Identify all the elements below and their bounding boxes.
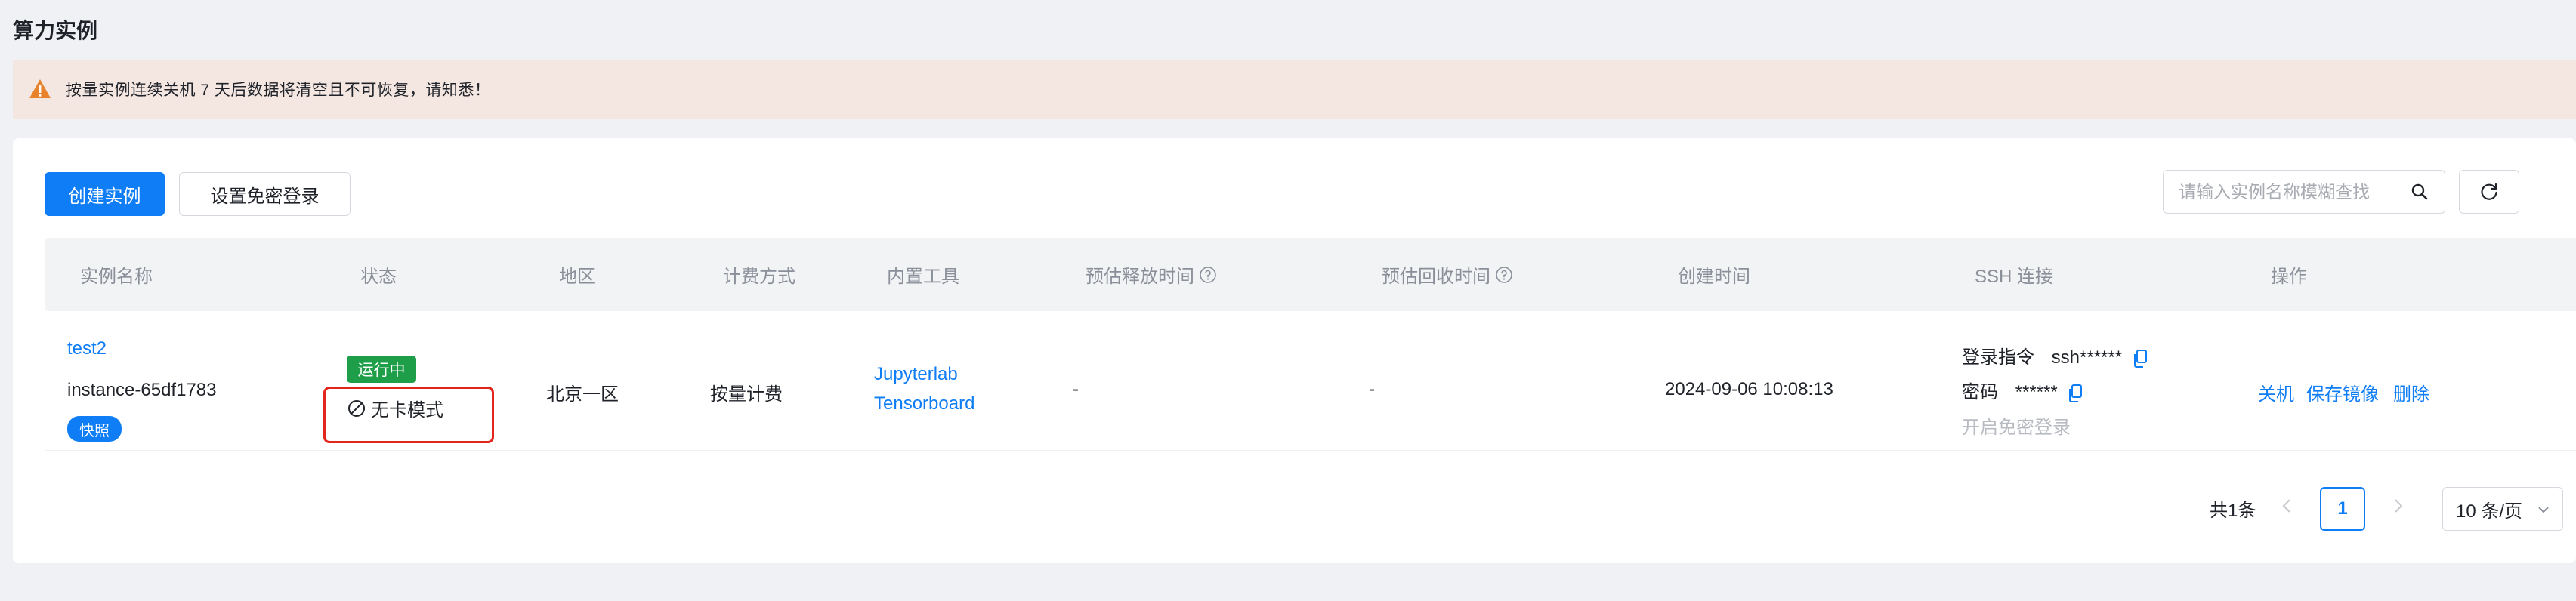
- refresh-icon: [2479, 181, 2500, 202]
- header-actions: 操作: [2271, 267, 2307, 287]
- page-number-button[interactable]: 1: [2320, 487, 2365, 531]
- table-header: 实例名称 状态 地区 计费方式 内置工具 预估释放时间 预估回收时间 创建时间 …: [45, 238, 2576, 311]
- question-icon[interactable]: [1495, 266, 1513, 284]
- billing-value: 按量计费: [710, 384, 783, 405]
- next-page-button[interactable]: [2387, 492, 2410, 519]
- copy-icon[interactable]: [2067, 384, 2083, 403]
- warning-alert: 按量实例连续关机 7 天后数据将清空且不可恢复，请知悉！: [13, 60, 2576, 119]
- header-release-time-label: 预估释放时间: [1086, 267, 1194, 287]
- delete-link[interactable]: 删除: [2393, 379, 2429, 405]
- save-image-link[interactable]: 保存镜像: [2306, 379, 2379, 405]
- release-time-value: -: [1073, 379, 1079, 399]
- header-region: 地区: [559, 267, 595, 287]
- highlight-box: [323, 387, 494, 443]
- ssh-command-label: 登录指令: [1962, 347, 2034, 368]
- tensorboard-link[interactable]: Tensorboard: [874, 393, 974, 415]
- header-ssh: SSH 连接: [1975, 267, 2054, 287]
- alert-text: 按量实例连续关机 7 天后数据将清空且不可恢复，请知悉！: [66, 82, 491, 99]
- ssh-command: 登录指令 ssh******: [1962, 342, 2148, 368]
- snapshot-tag[interactable]: 快照: [67, 416, 122, 442]
- ssh-password-value: ******: [2015, 382, 2058, 402]
- status-badge: 运行中: [347, 356, 416, 383]
- jupyterlab-link[interactable]: Jupyterlab: [874, 364, 958, 385]
- chevron-down-icon: [2535, 501, 2552, 518]
- page-title: 算力实例: [13, 19, 98, 42]
- search-icon[interactable]: [2410, 182, 2429, 202]
- ssh-password-label: 密码: [1962, 382, 1998, 402]
- ssh-password: 密码 ******: [1962, 377, 2083, 403]
- header-status: 状态: [360, 267, 397, 287]
- recycle-time-value: -: [1369, 379, 1375, 399]
- header-recycle-time-label: 预估回收时间: [1382, 267, 1490, 287]
- created-time-value: 2024-09-06 10:08:13: [1665, 379, 1833, 399]
- enable-passwordless-login[interactable]: 开启免密登录: [1962, 412, 2071, 439]
- prev-page-button[interactable]: [2275, 492, 2298, 519]
- header-recycle-time: 预估回收时间: [1382, 238, 1513, 311]
- ssh-command-value: ssh******: [2051, 347, 2123, 368]
- refresh-button[interactable]: [2459, 170, 2519, 214]
- region-value: 北京一区: [546, 384, 619, 405]
- chevron-left-icon: [2281, 498, 2292, 514]
- copy-icon[interactable]: [2132, 349, 2148, 368]
- pagination-total: 共1条: [2210, 501, 2256, 521]
- header-release-time: 预估释放时间: [1086, 238, 1217, 311]
- instance-name-link[interactable]: test2: [67, 338, 107, 359]
- header-created-time: 创建时间: [1678, 267, 1750, 287]
- instance-id: instance-65df1783: [67, 380, 217, 400]
- chevron-right-icon: [2393, 498, 2404, 514]
- header-billing: 计费方式: [723, 267, 795, 287]
- header-tools: 内置工具: [887, 267, 959, 287]
- set-passwordless-login-button[interactable]: 设置免密登录: [179, 172, 351, 216]
- search-box: [2163, 170, 2445, 214]
- page-size-value: 10 条/页: [2456, 501, 2523, 522]
- shutdown-link[interactable]: 关机: [2258, 379, 2294, 405]
- instance-card: 创建实例 设置免密登录 实例名称 状态 地区 计费方式 内置工具 预估释放时间 …: [13, 138, 2576, 563]
- warning-icon: [28, 77, 52, 101]
- search-input[interactable]: [2179, 181, 2410, 202]
- question-icon[interactable]: [1199, 266, 1217, 284]
- header-instance-name: 实例名称: [80, 267, 153, 287]
- create-instance-button[interactable]: 创建实例: [45, 172, 165, 216]
- page-size-select[interactable]: 10 条/页: [2442, 487, 2563, 531]
